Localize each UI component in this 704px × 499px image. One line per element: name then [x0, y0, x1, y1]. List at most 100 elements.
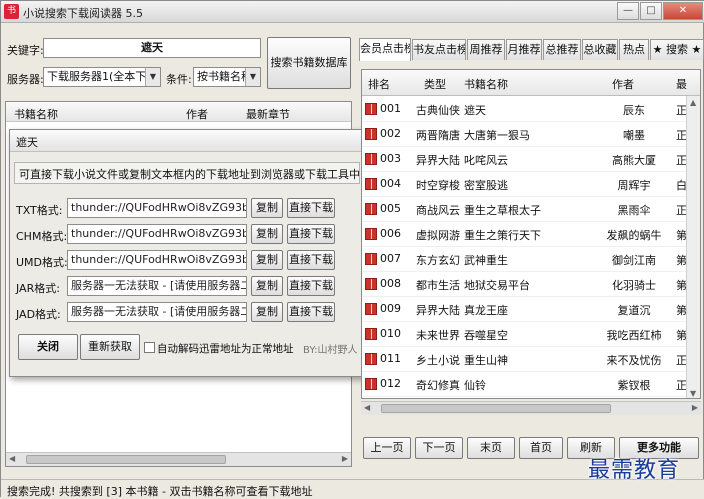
- maximize-icon[interactable]: □: [640, 2, 662, 20]
- scroll-up-icon[interactable]: ▲: [690, 98, 696, 107]
- column-latest: 最新章节: [246, 108, 290, 121]
- table-row[interactable]: 010 未来世界 吞噬星空 我吃西红柿 第: [362, 322, 700, 347]
- txt-copy-button[interactable]: 复制: [251, 198, 283, 218]
- dialog-close-button[interactable]: 关闭: [18, 334, 78, 360]
- book-icon: [365, 128, 377, 140]
- jar-download-button[interactable]: 直接下载: [287, 276, 335, 296]
- scroll-right-icon[interactable]: ▶: [342, 454, 348, 463]
- row-title: 密室股逃: [464, 179, 508, 192]
- row-author: 高熊大厦: [612, 154, 656, 167]
- row-type: 虚拟网游: [416, 229, 460, 242]
- server-select[interactable]: 下载服务器1(全本下载) ▼: [43, 67, 161, 87]
- row-rank: 007: [380, 252, 401, 265]
- scroll-thumb[interactable]: [26, 455, 226, 464]
- row-type: 商战风云: [416, 204, 460, 217]
- book-icon: [365, 303, 377, 315]
- decode-thunder-checkbox[interactable]: [144, 342, 155, 353]
- next-page-button[interactable]: 下一页: [415, 437, 463, 459]
- scroll-left-icon[interactable]: ◀: [364, 403, 370, 412]
- scroll-down-icon[interactable]: ▼: [690, 389, 696, 398]
- scroll-right-icon[interactable]: ▶: [692, 403, 698, 412]
- chevron-down-icon: ▼: [245, 68, 260, 86]
- tab-favorites[interactable]: 总收藏: [582, 39, 618, 60]
- row-type: 时空穿梭: [416, 179, 460, 192]
- row-title: 重生之策行天下: [464, 229, 541, 242]
- row-rank: 001: [380, 102, 401, 115]
- tab-monthly[interactable]: 月推荐: [506, 39, 542, 60]
- search-database-button[interactable]: 搜索书籍数据库: [267, 37, 351, 89]
- book-icon: [365, 228, 377, 240]
- dialog-title: 遮天: [10, 130, 364, 152]
- ranking-hscrollbar[interactable]: ◀ ▶: [361, 401, 701, 415]
- row-rank: 003: [380, 152, 401, 165]
- scroll-thumb[interactable]: [381, 404, 611, 413]
- row-title: 重生之草根太子: [464, 204, 541, 217]
- book-icon: 书: [4, 4, 19, 19]
- tab-member-clicks[interactable]: 会员点击榜: [359, 38, 411, 61]
- chm-copy-button[interactable]: 复制: [251, 224, 283, 244]
- column-title: 书籍名称: [14, 108, 58, 121]
- table-row[interactable]: 011 乡土小说 重生山神 来不及忧伤 正: [362, 347, 700, 372]
- chm-download-button[interactable]: 直接下载: [287, 224, 335, 244]
- table-row[interactable]: 012 奇幻修真 仙铃 紫钗根 正: [362, 372, 700, 397]
- umd-url-field[interactable]: thunder://QUFodHRwOi8vZG93bjMuZmV: [67, 250, 247, 270]
- keyword-input[interactable]: 遮天: [43, 38, 261, 58]
- ranking-header: 排名 类型 书籍名称 作者 最: [362, 70, 700, 96]
- results-hscrollbar[interactable]: ◀ ▶: [6, 452, 351, 466]
- book-icon: [365, 178, 377, 190]
- row-type: 都市生活: [416, 279, 460, 292]
- txt-url-field[interactable]: thunder://QUFodHRwOi8vZG93bjMuZmV: [67, 198, 247, 218]
- scroll-left-icon[interactable]: ◀: [9, 454, 15, 463]
- table-row[interactable]: 001 古典仙侠 遮天 辰东 正: [362, 97, 700, 122]
- row-type: 奇幻修真: [416, 379, 460, 392]
- table-row[interactable]: 004 时空穿梭 密室股逃 周辉宇 白: [362, 172, 700, 197]
- book-icon: [365, 253, 377, 265]
- tab-reader-clicks[interactable]: 书友点击榜: [412, 39, 466, 60]
- row-author: 嘲墨: [623, 129, 645, 142]
- ranking-vscrollbar[interactable]: ▲ ▼: [686, 96, 700, 398]
- chm-url-field[interactable]: thunder://QUFodHRwOi8vZG93bjMuZmV: [67, 224, 247, 244]
- last-page-button[interactable]: 末页: [467, 437, 515, 459]
- ranking-tabs: 会员点击榜 书友点击榜 周推荐 月推荐 总推荐 总收藏 热点 ★ 搜索 ★: [359, 38, 704, 61]
- close-icon[interactable]: ✕: [663, 2, 703, 20]
- ranking-grid[interactable]: 排名 类型 书籍名称 作者 最 001 古典仙侠 遮天 辰东 正 002 两晋隋…: [361, 69, 701, 399]
- jad-url-field[interactable]: 服务器一无法获取 - [请使用服务器二]: [67, 302, 247, 322]
- row-title: 大唐第一狠马: [464, 129, 530, 142]
- condition-select[interactable]: 按书籍名称 ▼: [193, 67, 261, 87]
- refresh-fetch-button[interactable]: 重新获取: [80, 334, 140, 360]
- table-row[interactable]: 003 异界大陆 叱咤风云 高熊大厦 正: [362, 147, 700, 172]
- row-type: 乡土小说: [416, 354, 460, 367]
- decode-thunder-label: 自动解码迅雷地址为正常地址: [157, 343, 294, 355]
- book-icon: [365, 203, 377, 215]
- jar-copy-button[interactable]: 复制: [251, 276, 283, 296]
- jad-download-button[interactable]: 直接下载: [287, 302, 335, 322]
- minimize-icon[interactable]: —: [617, 2, 639, 20]
- window-controls: — □ ✕: [617, 2, 703, 20]
- title-bar: 书 小说搜索下载阅读器 5.5 — □ ✕: [1, 1, 704, 23]
- jad-copy-button[interactable]: 复制: [251, 302, 283, 322]
- row-rank: 008: [380, 277, 401, 290]
- table-row[interactable]: 002 两晋隋唐 大唐第一狠马 嘲墨 正: [362, 122, 700, 147]
- tab-weekly[interactable]: 周推荐: [467, 39, 505, 60]
- tab-hot[interactable]: 热点: [619, 39, 649, 60]
- tab-total[interactable]: 总推荐: [543, 39, 581, 60]
- book-icon: [365, 378, 377, 390]
- server-label: 服务器:: [7, 73, 44, 86]
- umd-copy-button[interactable]: 复制: [251, 250, 283, 270]
- table-row[interactable]: 007 东方玄幻 武神重生 御剑江南 第: [362, 247, 700, 272]
- table-row[interactable]: 009 异界大陆 真龙王座 复道沉 第: [362, 297, 700, 322]
- table-row[interactable]: 008 都市生活 地狱交易平台 化羽骑士 第: [362, 272, 700, 297]
- row-type: 两晋隋唐: [416, 129, 460, 142]
- txt-download-button[interactable]: 直接下载: [287, 198, 335, 218]
- table-row[interactable]: 006 虚拟网游 重生之策行天下 发飙的蜗牛 第: [362, 222, 700, 247]
- row-author: 御剑江南: [612, 254, 656, 267]
- dialog-description: 可直接下载小说文件或复制文本框内的下载地址到浏览器或下载工具中操作:: [14, 162, 360, 184]
- row-title: 地狱交易平台: [464, 279, 530, 292]
- column-rank: 排名: [368, 78, 390, 91]
- tab-search[interactable]: ★ 搜索 ★: [650, 39, 704, 60]
- umd-download-button[interactable]: 直接下载: [287, 250, 335, 270]
- jar-url-field[interactable]: 服务器一无法获取 - [请使用服务器二]: [67, 276, 247, 296]
- prev-page-button[interactable]: 上一页: [363, 437, 411, 459]
- first-page-button[interactable]: 首页: [519, 437, 563, 459]
- table-row[interactable]: 005 商战风云 重生之草根太子 黑雨伞 正: [362, 197, 700, 222]
